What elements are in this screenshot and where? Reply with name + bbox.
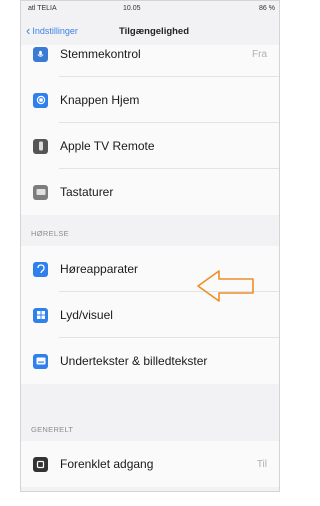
- list-item-value: Til: [256, 458, 267, 470]
- list-item-value: Fra: [252, 49, 267, 60]
- ear-icon: [33, 261, 48, 277]
- page-title: Tilgængelighed: [119, 26, 190, 37]
- settings-group-top: Stemmekontrol Fra Knappen Hjem Apple TV …: [21, 45, 279, 215]
- status-bar: atl TELIA 10.05 86 %: [21, 1, 279, 17]
- phone-screen: atl TELIA 10.05 86 % ‹ Indstillinger Til…: [20, 0, 280, 492]
- section-header-hoerelse: HØRELSE: [31, 229, 69, 238]
- list-item-forenklet-adgang[interactable]: Forenklet adgang Til: [21, 441, 279, 487]
- list-item-label: Apple TV Remote: [60, 139, 155, 153]
- list-item-label: Stemmekontrol: [60, 47, 141, 61]
- keyboard-icon: [33, 184, 48, 200]
- remote-icon: [33, 138, 48, 154]
- navigation-bar: ‹ Indstillinger Tilgængelighed: [21, 19, 279, 43]
- list-item-stemmekontrol[interactable]: Stemmekontrol Fra: [21, 45, 279, 77]
- list-item-apple-tv-remote[interactable]: Apple TV Remote: [21, 123, 279, 169]
- microphone-icon: [33, 47, 48, 62]
- outline-arrow-left-icon: [197, 270, 254, 302]
- carrier-label: atl TELIA: [28, 5, 57, 12]
- list-item-knappen-hjem[interactable]: Knappen Hjem: [21, 77, 279, 123]
- list-item-label: Høreapparater: [60, 262, 139, 276]
- home-button-icon: [33, 92, 48, 108]
- list-item-label: Lyd/visuel: [60, 308, 113, 322]
- back-button[interactable]: ‹ Indstillinger: [26, 24, 78, 37]
- guided-access-icon: [33, 456, 48, 472]
- list-item-undertekster[interactable]: Undertekster & billedtekster: [21, 338, 279, 384]
- list-item-tastaturer[interactable]: Tastaturer: [21, 169, 279, 215]
- settings-group-general: Forenklet adgang Til: [21, 441, 279, 487]
- list-item-label: Knappen Hjem: [60, 93, 140, 107]
- back-button-label: Indstillinger: [32, 25, 78, 36]
- audio-visual-icon: [33, 307, 48, 323]
- settings-group-hearing: Høreapparater Lyd/visuel Undertekster & …: [21, 246, 279, 384]
- list-item-label: Tastaturer: [60, 185, 114, 199]
- section-header-generelt: GENERELT: [31, 425, 74, 434]
- status-time: 10.05: [123, 5, 141, 12]
- chevron-left-icon: ‹: [26, 23, 31, 38]
- subtitles-icon: [33, 353, 48, 369]
- battery-label: 86 %: [259, 5, 275, 12]
- list-item-label: Undertekster & billedtekster: [60, 354, 208, 368]
- list-item-label: Forenklet adgang: [60, 457, 154, 471]
